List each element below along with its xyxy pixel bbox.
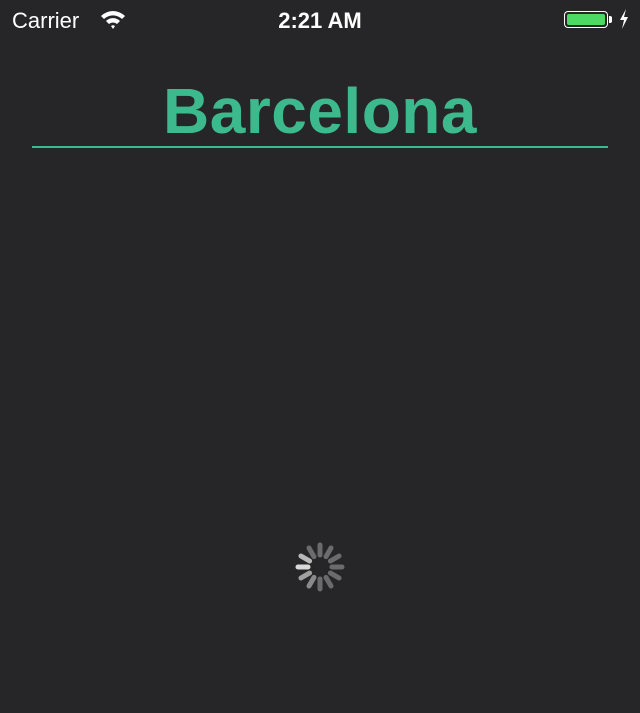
title-underline [32,146,608,148]
charging-bolt-icon [620,9,628,29]
status-bar: Carrier 2:21 AM [0,0,640,40]
activity-spinner-icon [295,542,345,592]
battery-tip [609,16,612,23]
spinner-spoke [298,570,313,581]
spinner-spoke [298,553,313,564]
spinner-spoke [327,570,342,581]
page-title: Barcelona [163,75,477,147]
clock: 2:21 AM [278,8,362,33]
spinner-spoke [306,574,317,589]
spinner-spoke [323,574,334,589]
spinner-spoke [327,553,342,564]
spinner-spoke [306,545,317,560]
spinner-spoke [323,545,334,560]
battery-icon [564,11,608,28]
